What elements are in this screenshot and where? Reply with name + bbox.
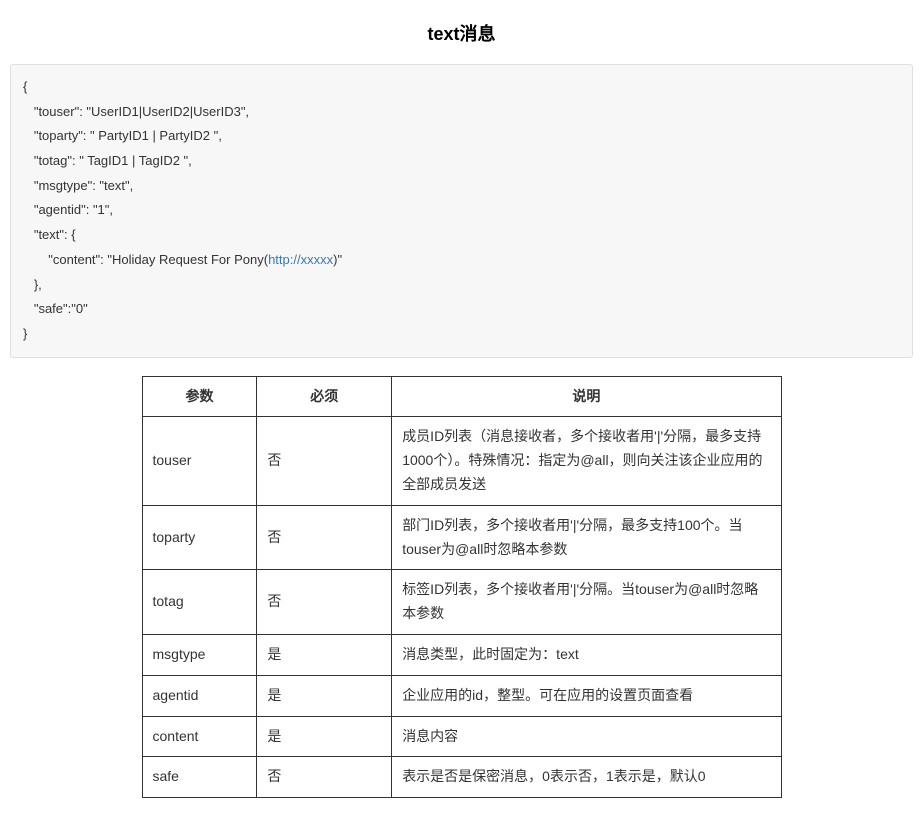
cell-param: toparty — [142, 505, 257, 570]
content-url-link[interactable]: http://xxxxx — [268, 252, 333, 267]
cell-required: 是 — [257, 675, 392, 716]
code-line: )" — [333, 252, 342, 267]
header-required: 必须 — [257, 376, 392, 417]
cell-desc: 表示是否是保密消息，0表示否，1表示是，默认0 — [392, 757, 781, 798]
cell-desc: 消息内容 — [392, 716, 781, 757]
table-row: toparty 否 部门ID列表，多个接收者用'|'分隔，最多支持100个。当t… — [142, 505, 781, 570]
code-line: "safe":"0" — [23, 301, 88, 316]
cell-param: safe — [142, 757, 257, 798]
page-title: text消息 — [10, 20, 913, 46]
cell-param: agentid — [142, 675, 257, 716]
table-row: agentid 是 企业应用的id，整型。可在应用的设置页面查看 — [142, 675, 781, 716]
cell-required: 否 — [257, 505, 392, 570]
code-line: "agentid": "1", — [23, 202, 113, 217]
code-line: "totag": " TagID1 | TagID2 ", — [23, 153, 192, 168]
code-line: "text": { — [23, 227, 76, 242]
code-line: "msgtype": "text", — [23, 178, 133, 193]
code-line: "content": "Holiday Request For Pony( — [23, 252, 268, 267]
code-line: "toparty": " PartyID1 | PartyID2 ", — [23, 128, 222, 143]
table-row: msgtype 是 消息类型，此时固定为：text — [142, 634, 781, 675]
code-sample-block: { "touser": "UserID1|UserID2|UserID3", "… — [10, 64, 913, 358]
header-param: 参数 — [142, 376, 257, 417]
parameter-table: 参数 必须 说明 touser 否 成员ID列表（消息接收者，多个接收者用'|'… — [142, 376, 782, 799]
cell-required: 否 — [257, 570, 392, 635]
cell-param: msgtype — [142, 634, 257, 675]
table-row: safe 否 表示是否是保密消息，0表示否，1表示是，默认0 — [142, 757, 781, 798]
cell-desc: 标签ID列表，多个接收者用'|'分隔。当touser为@all时忽略本参数 — [392, 570, 781, 635]
code-line: }, — [23, 277, 42, 292]
cell-required: 是 — [257, 716, 392, 757]
code-line: } — [23, 326, 27, 341]
table-row: content 是 消息内容 — [142, 716, 781, 757]
table-row: totag 否 标签ID列表，多个接收者用'|'分隔。当touser为@all时… — [142, 570, 781, 635]
cell-desc: 企业应用的id，整型。可在应用的设置页面查看 — [392, 675, 781, 716]
cell-required: 是 — [257, 634, 392, 675]
cell-param: totag — [142, 570, 257, 635]
cell-desc: 消息类型，此时固定为：text — [392, 634, 781, 675]
header-desc: 说明 — [392, 376, 781, 417]
cell-required: 否 — [257, 417, 392, 505]
cell-required: 否 — [257, 757, 392, 798]
code-line: { — [23, 79, 27, 94]
cell-desc: 成员ID列表（消息接收者，多个接收者用'|'分隔，最多支持1000个）。特殊情况… — [392, 417, 781, 505]
cell-desc: 部门ID列表，多个接收者用'|'分隔，最多支持100个。当touser为@all… — [392, 505, 781, 570]
table-header-row: 参数 必须 说明 — [142, 376, 781, 417]
cell-param: touser — [142, 417, 257, 505]
table-row: touser 否 成员ID列表（消息接收者，多个接收者用'|'分隔，最多支持10… — [142, 417, 781, 505]
cell-param: content — [142, 716, 257, 757]
code-line: "touser": "UserID1|UserID2|UserID3", — [23, 104, 249, 119]
